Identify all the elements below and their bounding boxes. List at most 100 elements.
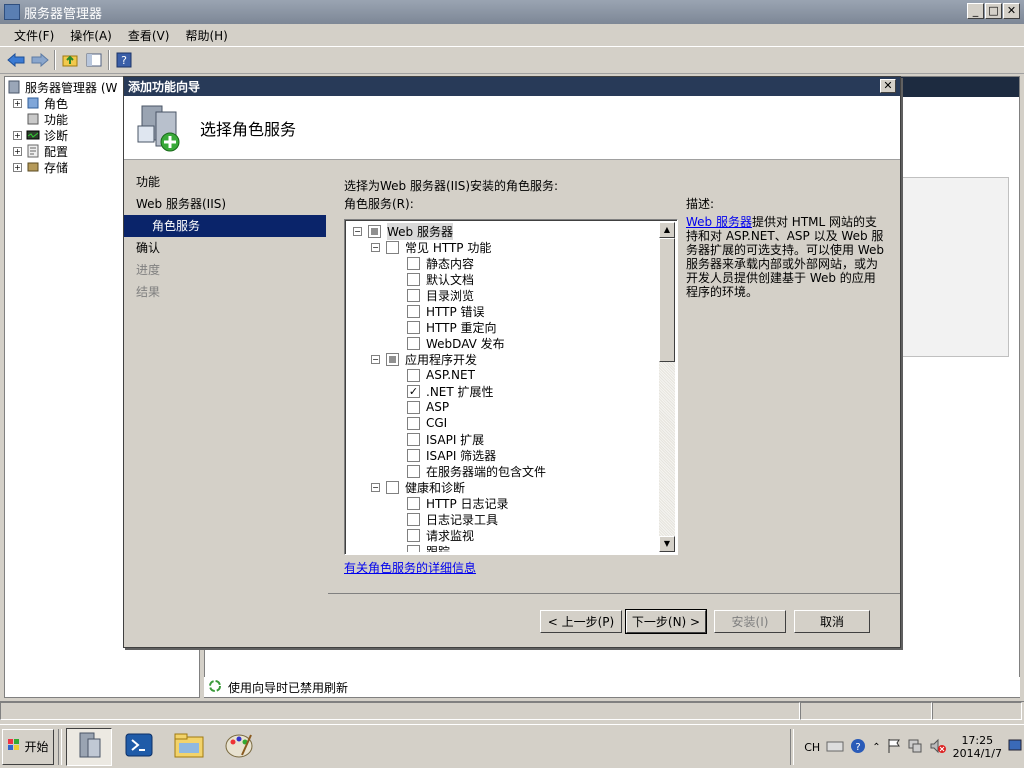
role-service-checkbox[interactable] — [407, 336, 420, 350]
role-service-checkbox[interactable] — [407, 368, 420, 382]
scroll-down-icon[interactable]: ▼ — [659, 536, 675, 552]
next-button[interactable]: 下一步(N) > — [625, 609, 707, 634]
role-service-item[interactable]: 在服务器端的包含文件 — [347, 463, 661, 479]
role-service-item[interactable]: 静态内容 — [347, 255, 661, 271]
role-service-item[interactable]: HTTP 错误 — [347, 303, 661, 319]
role-service-checkbox[interactable] — [368, 224, 381, 238]
svg-text:?: ? — [121, 54, 127, 67]
back-arrow-icon[interactable] — [6, 50, 26, 70]
menu-file[interactable]: 文件(F) — [8, 27, 60, 44]
select-prompt: 选择为Web 服务器(IIS)安装的角色服务: — [344, 179, 559, 193]
role-service-item[interactable]: − 常见 HTTP 功能 — [347, 239, 661, 255]
role-service-checkbox[interactable] — [386, 352, 399, 366]
menubar: 文件(F) 操作(A) 查看(V) 帮助(H) — [0, 24, 1024, 46]
taskbar-server-manager[interactable] — [66, 727, 112, 766]
role-service-item[interactable]: 日志记录工具 — [347, 511, 661, 527]
role-service-label: Web 服务器 — [387, 222, 453, 240]
prev-button[interactable]: < 上一步(P) — [540, 610, 622, 633]
role-service-checkbox[interactable] — [407, 496, 420, 510]
role-service-item[interactable]: 跟踪 — [347, 543, 661, 552]
role-service-checkbox[interactable] — [407, 320, 420, 334]
menu-view[interactable]: 查看(V) — [122, 27, 176, 44]
role-service-checkbox[interactable] — [386, 480, 399, 494]
refresh-icon — [208, 679, 222, 696]
clock[interactable]: 17:25 2014/1/7 — [953, 734, 1002, 760]
role-service-checkbox[interactable] — [407, 400, 420, 414]
volume-muted-icon[interactable] — [929, 738, 947, 757]
role-service-checkbox[interactable] — [386, 240, 399, 254]
collapse-icon[interactable]: − — [371, 242, 380, 252]
more-info-link[interactable]: 有关角色服务的详细信息 — [344, 559, 476, 576]
show-desktop-icon[interactable] — [1008, 738, 1022, 757]
collapse-icon[interactable]: − — [353, 226, 362, 236]
network-icon[interactable] — [907, 738, 923, 757]
cancel-button[interactable]: 取消 — [794, 610, 870, 633]
role-service-item[interactable]: 默认文档 — [347, 271, 661, 287]
start-button[interactable]: 开始 — [2, 728, 54, 765]
role-service-checkbox[interactable] — [407, 544, 420, 552]
tray-overflow-icon[interactable]: ⌃ — [872, 742, 880, 753]
role-service-item[interactable]: − 应用程序开发 — [347, 351, 661, 367]
taskbar-explorer[interactable] — [166, 728, 212, 766]
step-role-services[interactable]: 角色服务 — [124, 215, 326, 237]
expand-icon[interactable]: + — [13, 130, 22, 140]
vertical-scrollbar[interactable]: ▲ ▼ — [659, 222, 675, 552]
scroll-up-icon[interactable]: ▲ — [659, 222, 675, 238]
forward-arrow-icon[interactable] — [30, 50, 50, 70]
help-circle-icon[interactable]: ? — [850, 738, 866, 757]
role-service-item[interactable]: 请求监视 — [347, 527, 661, 543]
role-service-checkbox[interactable] — [407, 416, 420, 430]
role-service-checkbox[interactable]: ✓ — [407, 384, 420, 398]
role-service-item[interactable]: HTTP 日志记录 — [347, 495, 661, 511]
wizard-close-button[interactable]: ✕ — [880, 79, 896, 93]
role-service-item[interactable]: − 健康和诊断 — [347, 479, 661, 495]
menu-help[interactable]: 帮助(H) — [179, 27, 233, 44]
minimize-button[interactable]: _ — [967, 3, 984, 19]
role-service-label: .NET 扩展性 — [426, 384, 494, 399]
collapse-icon[interactable]: − — [371, 482, 380, 492]
taskbar-paint[interactable] — [216, 728, 262, 766]
keyboard-icon[interactable] — [826, 739, 844, 756]
step-confirmation[interactable]: 确认 — [124, 237, 326, 259]
window-title: 服务器管理器 — [24, 6, 103, 22]
collapse-icon[interactable]: − — [371, 354, 380, 364]
role-service-checkbox[interactable] — [407, 304, 420, 318]
show-hide-tree-icon[interactable] — [84, 50, 104, 70]
menu-action[interactable]: 操作(A) — [64, 27, 118, 44]
expand-icon[interactable]: + — [13, 146, 22, 156]
role-service-item[interactable]: ASP — [347, 399, 661, 415]
scroll-thumb[interactable] — [659, 238, 675, 362]
role-service-item[interactable]: − Web 服务器 — [347, 222, 661, 240]
help-icon[interactable]: ? — [114, 50, 134, 70]
taskbar-powershell[interactable] — [116, 728, 162, 766]
role-service-checkbox[interactable] — [407, 288, 420, 302]
expand-icon[interactable]: + — [13, 98, 22, 108]
role-service-item[interactable]: ✓ .NET 扩展性 — [347, 383, 661, 399]
role-services-list[interactable]: − Web 服务器 − 常见 HTTP 功能 静态内容 默认文档 目录浏览 HTTP 错误 HT… — [344, 219, 678, 555]
action-center-flag-icon[interactable] — [887, 738, 901, 757]
role-service-checkbox[interactable] — [407, 272, 420, 286]
role-service-item[interactable]: HTTP 重定向 — [347, 319, 661, 335]
up-folder-icon[interactable] — [60, 50, 80, 70]
role-service-checkbox[interactable] — [407, 432, 420, 446]
start-label: 开始 — [24, 740, 49, 754]
step-web-server[interactable]: Web 服务器(IIS) — [124, 193, 326, 215]
role-service-item[interactable]: 目录浏览 — [347, 287, 661, 303]
role-service-item[interactable]: ISAPI 扩展 — [347, 431, 661, 447]
step-features[interactable]: 功能 — [124, 171, 326, 193]
expand-icon[interactable]: + — [13, 162, 22, 172]
refresh-status-text: 使用向导时已禁用刷新 — [228, 680, 349, 695]
description-link[interactable]: Web 服务器 — [686, 215, 752, 229]
role-service-checkbox[interactable] — [407, 512, 420, 526]
role-service-item[interactable]: WebDAV 发布 — [347, 335, 661, 351]
role-service-checkbox[interactable] — [407, 256, 420, 270]
close-button[interactable]: ✕ — [1003, 3, 1020, 19]
role-service-item[interactable]: ASP.NET — [347, 367, 661, 383]
role-service-checkbox[interactable] — [407, 448, 420, 462]
language-indicator[interactable]: CH — [804, 741, 820, 754]
role-service-checkbox[interactable] — [407, 464, 420, 478]
maximize-button[interactable]: □ — [985, 3, 1002, 19]
role-service-item[interactable]: CGI — [347, 415, 661, 431]
role-service-item[interactable]: ISAPI 筛选器 — [347, 447, 661, 463]
role-service-checkbox[interactable] — [407, 528, 420, 542]
